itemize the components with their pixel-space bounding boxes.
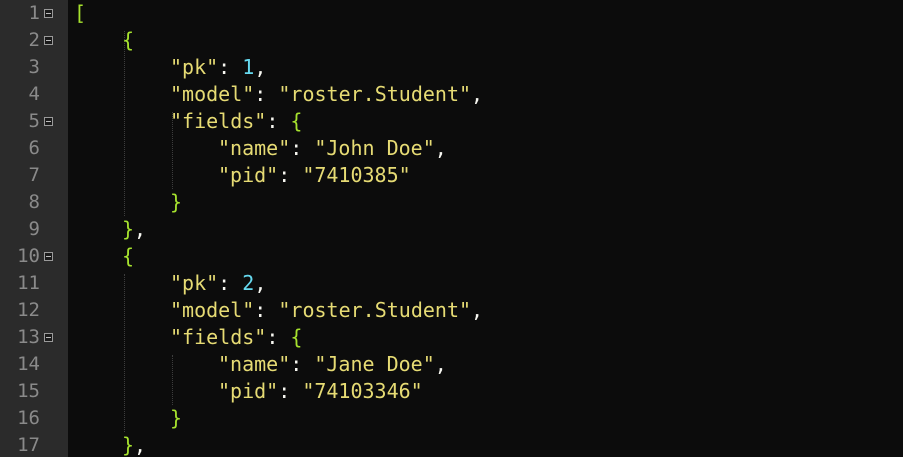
code-token: : <box>266 109 291 133</box>
line-number: 10 <box>17 245 40 267</box>
line-number: 16 <box>17 407 40 429</box>
line-number: 9 <box>28 218 40 240</box>
fold-toggle-icon[interactable] <box>44 333 53 342</box>
code-line: "pk": 2, <box>170 270 266 297</box>
indent-guide <box>124 31 125 216</box>
line-number: 14 <box>17 353 40 375</box>
code-line: } <box>170 189 182 216</box>
line-number: 12 <box>17 299 40 321</box>
code-line: }, <box>122 216 146 243</box>
code-token: , <box>434 352 447 376</box>
line-number: 8 <box>28 191 40 213</box>
code-line: { <box>122 27 134 54</box>
code-line: "name": "John Doe", <box>218 135 447 162</box>
code-line: } <box>170 405 182 432</box>
code-line: { <box>122 243 134 270</box>
code-token: : <box>290 352 315 376</box>
code-line: "model": "roster.Student", <box>170 81 483 108</box>
code-token: "74103346" <box>302 379 423 403</box>
code-token: 2 <box>242 271 255 295</box>
code-token: , <box>471 82 484 106</box>
line-number: 15 <box>17 380 40 402</box>
code-area[interactable]: [{"pk": 1, "model": "roster.Student", "fie… <box>68 0 903 457</box>
code-token: , <box>254 55 267 79</box>
line-number: 3 <box>28 56 40 78</box>
fold-toggle-icon[interactable] <box>44 117 53 126</box>
code-token: "pk" <box>170 55 219 79</box>
code-token: : <box>266 325 291 349</box>
code-token: : <box>254 82 279 106</box>
code-token: "fields" <box>170 325 267 349</box>
line-number: 5 <box>28 110 40 132</box>
code-token: : <box>290 136 315 160</box>
fold-toggle-icon[interactable] <box>44 9 53 18</box>
code-line: [ <box>74 0 86 27</box>
code-line: }, <box>122 432 146 457</box>
code-token: "fields" <box>170 109 267 133</box>
code-line: "pid": "7410385" <box>218 162 411 189</box>
code-token: "model" <box>170 82 255 106</box>
line-number: 17 <box>17 434 40 456</box>
code-token: 1 <box>242 55 255 79</box>
indent-guide <box>172 355 173 405</box>
code-token: [ <box>74 1 87 25</box>
code-token: "name" <box>218 352 291 376</box>
line-number: 11 <box>17 272 40 294</box>
line-number: 1 <box>28 2 40 24</box>
code-token: , <box>434 136 447 160</box>
code-token: { <box>122 28 135 52</box>
code-token: { <box>122 244 135 268</box>
code-token: } <box>122 433 135 457</box>
code-line: "pk": 1, <box>170 54 266 81</box>
code-line: "fields": { <box>170 324 302 351</box>
line-number: 2 <box>28 29 40 51</box>
code-line: "model": "roster.Student", <box>170 297 483 324</box>
code-token: "pid" <box>218 379 279 403</box>
code-editor[interactable]: 1 2 3 4 5 6 7 8 9 10 11 12 13 14 15 16 17 [{"pk": 1, "mod… <box>0 0 903 457</box>
code-token: } <box>170 406 183 430</box>
code-token: , <box>134 217 147 241</box>
code-token: "Jane Doe" <box>314 352 435 376</box>
code-token: "John Doe" <box>314 136 435 160</box>
code-token: "pid" <box>218 163 279 187</box>
line-number: 13 <box>17 326 40 348</box>
code-token: } <box>122 217 135 241</box>
code-token: "7410385" <box>302 163 411 187</box>
code-token: , <box>134 433 147 457</box>
code-token: , <box>471 298 484 322</box>
code-token: "model" <box>170 298 255 322</box>
code-token: { <box>290 325 303 349</box>
code-token: "roster.Student" <box>278 298 472 322</box>
line-number: 7 <box>28 164 40 186</box>
line-number: 4 <box>28 83 40 105</box>
code-token: "name" <box>218 136 291 160</box>
code-token: "pk" <box>170 271 219 295</box>
indent-guide <box>124 274 125 432</box>
code-token: : <box>218 55 243 79</box>
fold-toggle-icon[interactable] <box>44 252 53 261</box>
line-number-gutter: 1 2 3 4 5 6 7 8 9 10 11 12 13 14 15 16 17 <box>0 0 68 457</box>
code-token: { <box>290 109 303 133</box>
code-token: "roster.Student" <box>278 82 472 106</box>
code-token: , <box>254 271 267 295</box>
code-token: : <box>218 271 243 295</box>
code-token: } <box>170 190 183 214</box>
fold-toggle-icon[interactable] <box>44 36 53 45</box>
code-line: "pid": "74103346" <box>218 378 423 405</box>
code-token: : <box>254 298 279 322</box>
code-line: "name": "Jane Doe", <box>218 351 447 378</box>
code-token: : <box>278 163 303 187</box>
code-token: : <box>278 379 303 403</box>
line-number: 6 <box>28 137 40 159</box>
code-line: "fields": { <box>170 108 302 135</box>
